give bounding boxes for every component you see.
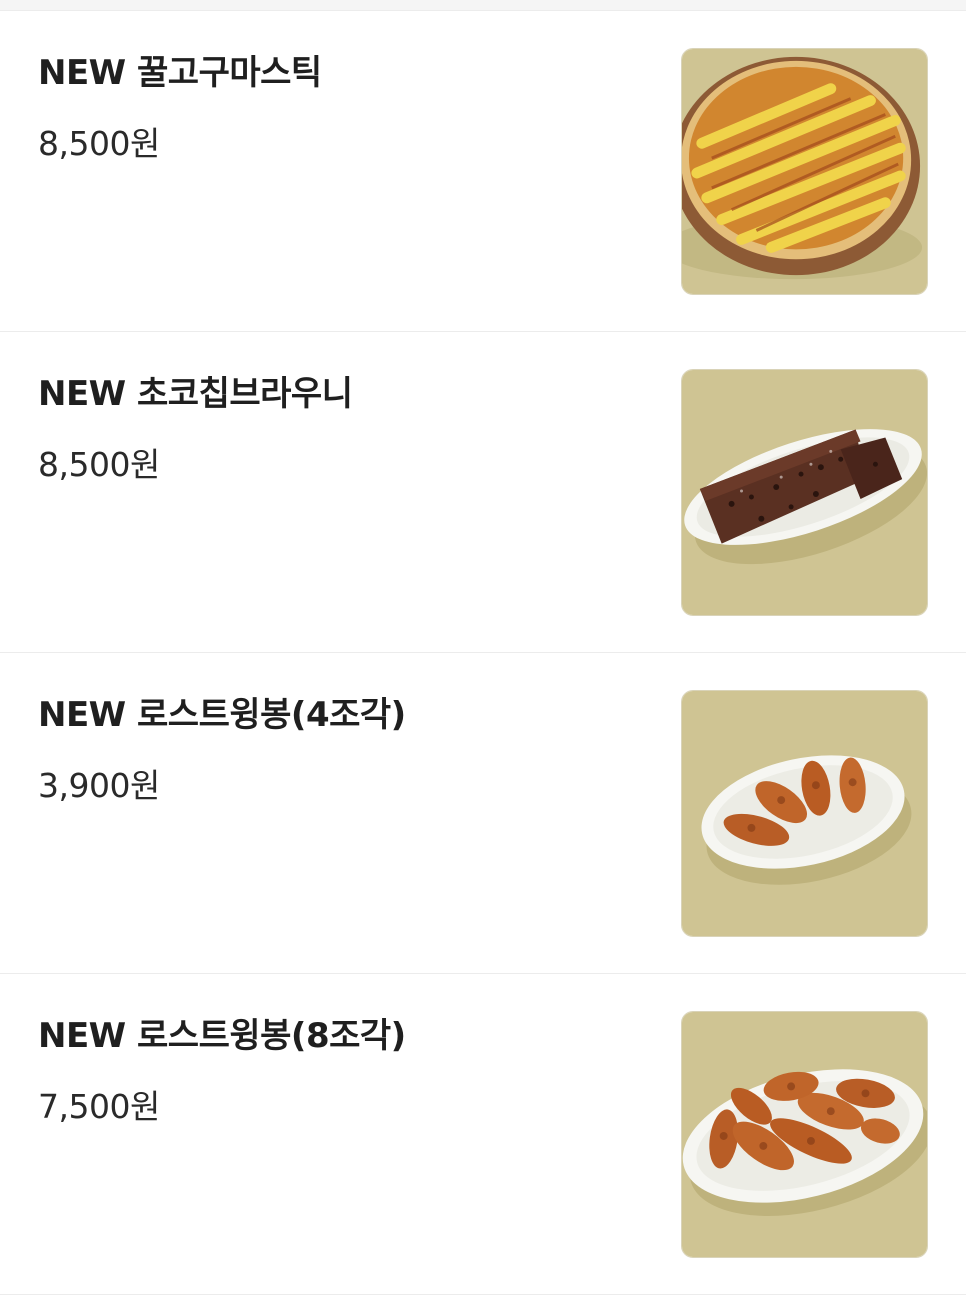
menu-item-name: NEW 꿀고구마스틱 — [38, 53, 322, 93]
menu-item-price: 8,500원 — [38, 124, 160, 163]
menu-item-sweet-potato-stick[interactable]: NEW 꿀고구마스틱 8,500원 — [0, 11, 966, 332]
roast-wings-8-image[interactable] — [681, 1011, 928, 1258]
roast-wings-4-image[interactable] — [681, 690, 928, 937]
menu-item-price: 8,500원 — [38, 445, 160, 484]
top-divider — [0, 0, 966, 11]
menu-item-name: NEW 로스트윙봉(4조각) — [38, 695, 406, 735]
menu-item-roast-wings-4[interactable]: NEW 로스트윙봉(4조각) 3,900원 — [0, 653, 966, 974]
menu-item-price: 7,500원 — [38, 1087, 160, 1126]
menu-item-name: NEW 초코칩브라우니 — [38, 374, 353, 414]
menu-item-chocochip-brownie[interactable]: NEW 초코칩브라우니 8,500원 — [0, 332, 966, 653]
chocochip-brownie-image[interactable] — [681, 369, 928, 616]
menu-item-price: 3,900원 — [38, 766, 160, 805]
menu-item-name: NEW 로스트윙봉(8조각) — [38, 1016, 406, 1056]
menu-list: NEW 꿀고구마스틱 8,500원 NEW 초코칩브라우니 8,500원 NEW… — [0, 11, 966, 1295]
menu-item-roast-wings-8[interactable]: NEW 로스트윙봉(8조각) 7,500원 — [0, 974, 966, 1295]
sweet-potato-stick-pizza-image[interactable] — [681, 48, 928, 295]
